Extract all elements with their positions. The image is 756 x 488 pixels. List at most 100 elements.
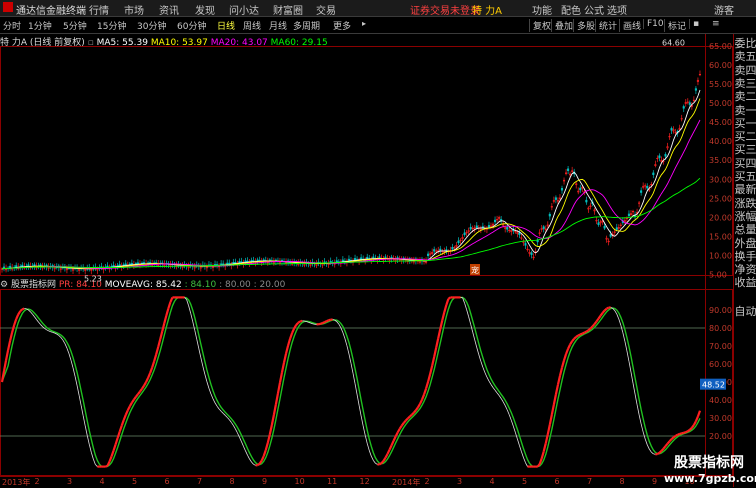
menu-assistant[interactable]: 问小达 — [229, 2, 259, 17]
price-tick-label: 45.00 — [709, 118, 732, 127]
pr-segment — [390, 445, 392, 449]
menu-function[interactable]: 功能 — [532, 2, 552, 17]
pr-segment — [601, 313, 603, 316]
pr-segment — [81, 405, 83, 415]
side-panel-item[interactable]: 自动 — [734, 305, 756, 318]
pr-segment — [93, 459, 95, 464]
pr-segment — [661, 449, 663, 451]
pr-segment — [578, 334, 580, 335]
period-monthly[interactable]: 月线 — [269, 19, 287, 32]
pr-segment — [6, 350, 8, 360]
pr-segment — [406, 418, 408, 420]
candle-body — [226, 263, 228, 264]
time-tick-label: 6 — [165, 477, 170, 486]
pr-segment — [343, 332, 345, 338]
menu-guest[interactable]: 游客 — [714, 2, 734, 17]
tool-mark[interactable]: 标记 — [664, 19, 686, 32]
time-tick-label: 5 — [522, 477, 527, 486]
menu-discover[interactable]: 发现 — [195, 2, 215, 17]
login-notice[interactable]: 证券交易未登录 — [410, 2, 480, 17]
period-weekly[interactable]: 周线 — [243, 19, 261, 32]
candle-body — [525, 243, 527, 245]
pr-segment — [158, 339, 160, 347]
pr-segment — [623, 333, 625, 342]
pr-segment — [381, 461, 383, 463]
indicator-pane-border — [1, 290, 733, 476]
tool-extra[interactable]: ▪ — [689, 19, 699, 29]
period-multi[interactable]: 多周期 — [293, 19, 320, 32]
pr-segment — [144, 382, 146, 386]
pr-segment — [467, 310, 469, 317]
menu-color[interactable]: 配色 — [561, 2, 581, 17]
period-1min[interactable]: 1分钟 — [28, 19, 52, 32]
pr-segment — [479, 355, 481, 362]
tool-stats[interactable]: 统计 — [595, 19, 617, 32]
menu-market[interactable]: 市场 — [124, 2, 144, 17]
pr-segment — [481, 361, 483, 367]
pr-segment — [410, 415, 412, 417]
side-panel-item: 总量 — [734, 223, 756, 236]
period-15min[interactable]: 15分钟 — [97, 19, 126, 32]
pr-segment — [627, 351, 629, 361]
candle-body — [129, 264, 131, 265]
period-daily[interactable]: 日线 — [217, 19, 235, 32]
menu-news[interactable]: 资讯 — [159, 2, 179, 17]
pr-segment — [408, 417, 410, 419]
pr-segment — [250, 459, 252, 462]
indicator-tick-label: 80.00 — [709, 324, 732, 333]
pr-segment — [428, 374, 430, 382]
pr-segment — [572, 339, 574, 342]
pr-segment — [580, 334, 582, 335]
toolbar-extra-icon[interactable]: ≡ — [712, 19, 720, 29]
candle-body — [549, 214, 551, 216]
tool-f10[interactable]: F10 — [643, 19, 664, 29]
pr-segment — [550, 415, 552, 425]
candle-body — [439, 249, 441, 251]
candle-body — [519, 233, 521, 235]
tool-overlay[interactable]: 叠加 — [551, 19, 573, 32]
pr-segment — [170, 297, 172, 302]
indicator-current-value: 48.52 — [702, 381, 725, 390]
pr-segment — [61, 337, 63, 340]
menu-wealth[interactable]: 财富圈 — [273, 2, 303, 17]
pr-segment — [422, 395, 424, 400]
menu-trade[interactable]: 交易 — [316, 2, 336, 17]
pr-segment — [491, 384, 493, 387]
candle-body — [21, 265, 23, 267]
period-5min[interactable]: 5分钟 — [63, 19, 87, 32]
pr-segment — [412, 413, 414, 415]
pr-segment — [207, 382, 209, 389]
pr-segment — [166, 308, 168, 315]
pr-segment — [118, 432, 120, 438]
menu-formula[interactable]: 公式 — [584, 2, 604, 17]
pr-segment — [217, 406, 219, 409]
time-tick-label: 5 — [132, 477, 137, 486]
pr-segment — [509, 415, 511, 420]
chart-area[interactable]: 64.605.23宠 65.0060.0055.0050.0045.0040.0… — [0, 34, 733, 476]
menu-quotes[interactable]: 行情 — [89, 2, 109, 17]
pr-segment — [651, 452, 653, 454]
pr-segment — [136, 394, 138, 397]
candle-body — [119, 265, 121, 266]
tool-multi-stock[interactable]: 多股 — [573, 19, 595, 32]
period-more[interactable]: 更多 — [333, 19, 351, 32]
side-panel-item: 净资 — [734, 263, 756, 276]
pr-segment — [248, 455, 250, 459]
menu-options[interactable]: 选项 — [607, 2, 627, 17]
pr-segment — [369, 450, 371, 456]
pr-segment — [592, 324, 594, 326]
pr-segment — [341, 328, 343, 333]
period-60min[interactable]: 60分钟 — [177, 19, 206, 32]
pr-segment — [225, 415, 227, 417]
more-chevron-icon[interactable]: ▸ — [362, 19, 366, 28]
candle-body — [354, 258, 356, 260]
period-30min[interactable]: 30分钟 — [137, 19, 166, 32]
pr-segment — [59, 335, 61, 337]
pr-segment — [258, 464, 260, 466]
candle-body — [360, 258, 362, 260]
tool-adjust[interactable]: 复权 — [529, 19, 551, 32]
pr-segment — [586, 330, 588, 331]
tool-draw[interactable]: 画线 — [619, 19, 641, 32]
pr-segment — [418, 404, 420, 407]
period-tick[interactable]: 分时 — [3, 19, 21, 32]
